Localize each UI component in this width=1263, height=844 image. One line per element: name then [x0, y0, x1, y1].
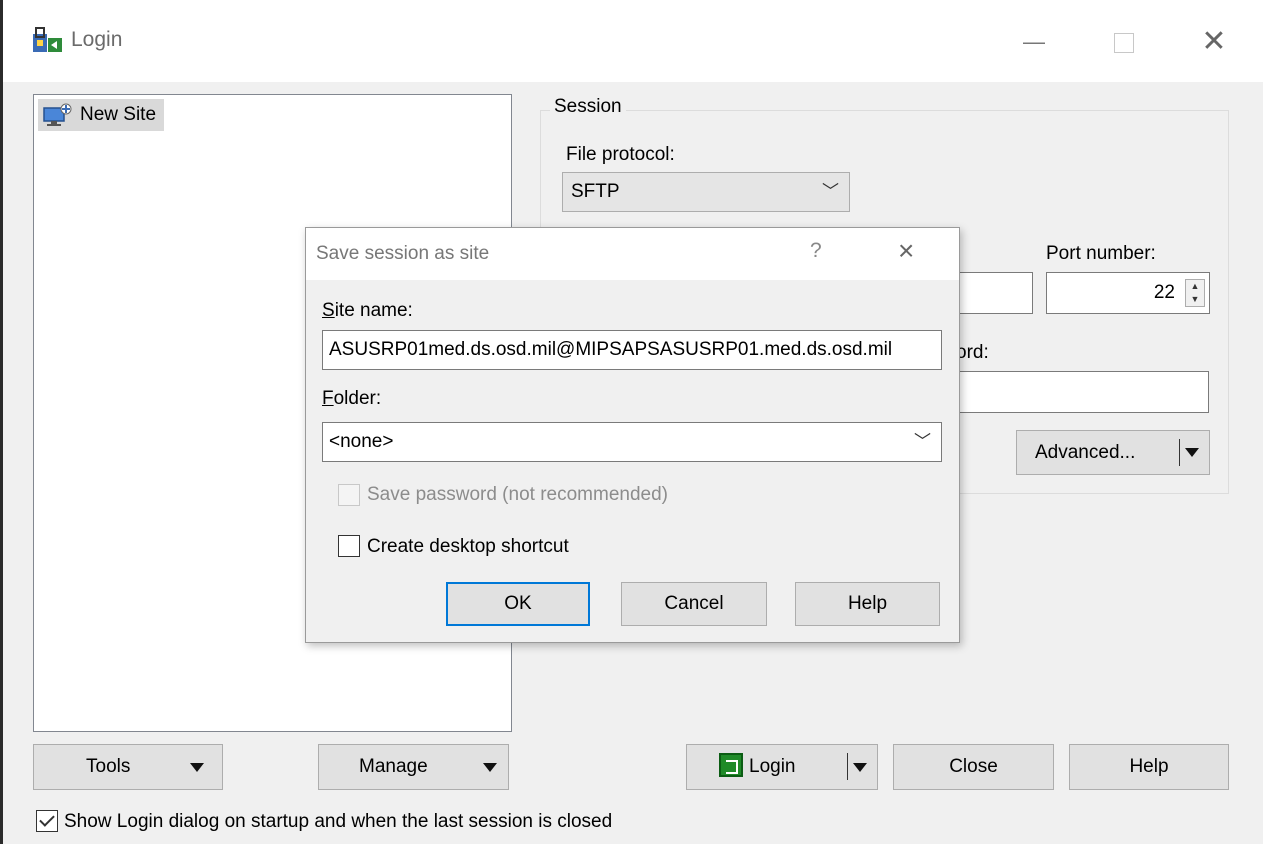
dropdown-arrow-icon[interactable] — [1185, 448, 1199, 457]
close-window-button[interactable]: ✕ — [1189, 22, 1239, 62]
help-button[interactable]: Help — [1069, 744, 1229, 790]
port-number-value: 22 — [1153, 282, 1175, 303]
folder-select[interactable]: <none> ﹀ — [322, 422, 942, 462]
close-label: Close — [949, 756, 998, 777]
login-label: Login — [749, 756, 796, 777]
save-password-label: Save password (not recommended) — [367, 484, 668, 505]
site-tree-item-label: New Site — [80, 104, 157, 125]
new-site-computer-icon — [43, 103, 72, 126]
maximize-button[interactable] — [1098, 22, 1148, 62]
help-icon[interactable]: ? — [810, 239, 822, 263]
folder-label: Folder: — [322, 388, 382, 409]
chevron-down-icon: ﹀ — [914, 432, 931, 451]
window-title: Login — [71, 28, 123, 51]
dialog-title-bar: Save session as site ? × — [306, 228, 959, 280]
minimize-icon: — — [1023, 29, 1045, 54]
site-name-label: Site name: — [322, 300, 413, 321]
folder-value: <none> — [329, 431, 394, 452]
show-login-checkbox[interactable] — [36, 810, 58, 832]
dialog-help-button[interactable]: Help — [795, 582, 940, 626]
app-icon — [33, 27, 62, 52]
ok-button[interactable]: OK — [446, 582, 590, 626]
file-protocol-select[interactable]: SFTP ﹀ — [562, 172, 850, 212]
password-input[interactable] — [950, 371, 1209, 413]
save-session-dialog: Save session as site ? × Site name: Fold… — [305, 227, 960, 643]
advanced-label: Advanced... — [1035, 442, 1136, 463]
desktop-shortcut-label: Create desktop shortcut — [367, 536, 569, 557]
login-button[interactable]: Login — [686, 744, 878, 790]
password-label: ord: — [956, 342, 989, 363]
dialog-close-icon[interactable]: × — [898, 235, 914, 267]
port-number-input[interactable]: 22 ▲ ▼ — [1046, 272, 1210, 314]
site-tree-item-new-site[interactable]: New Site — [38, 99, 165, 131]
chevron-down-icon: ﹀ — [822, 182, 839, 201]
split-separator — [847, 753, 848, 780]
dropdown-arrow-icon[interactable] — [853, 763, 867, 772]
tools-button[interactable]: Tools — [33, 744, 223, 790]
file-protocol-label: File protocol: — [566, 144, 675, 165]
tools-label: Tools — [86, 756, 131, 777]
show-login-label: Show Login dialog on startup and when th… — [64, 811, 613, 832]
window-left-edge — [0, 0, 3, 844]
manage-label: Manage — [359, 756, 428, 777]
minimize-button[interactable]: — — [1009, 22, 1059, 62]
cancel-button[interactable]: Cancel — [621, 582, 767, 626]
site-name-input[interactable] — [322, 330, 942, 370]
title-bar: Login — ✕ — [3, 0, 1263, 82]
port-spinner[interactable]: ▲ ▼ — [1185, 279, 1205, 307]
desktop-shortcut-checkbox[interactable] — [338, 535, 360, 557]
login-icon — [719, 752, 743, 777]
help-label: Help — [1129, 756, 1169, 777]
close-button[interactable]: Close — [893, 744, 1054, 790]
file-protocol-value: SFTP — [571, 181, 620, 202]
advanced-button[interactable]: Advanced... — [1016, 430, 1210, 475]
save-password-checkbox[interactable] — [338, 484, 360, 506]
host-name-input[interactable] — [950, 272, 1033, 314]
manage-button[interactable]: Manage — [318, 744, 509, 790]
dialog-title: Save session as site — [316, 243, 490, 264]
split-separator — [1179, 439, 1180, 466]
session-group-label: Session — [550, 96, 626, 118]
close-icon: ✕ — [1201, 25, 1227, 58]
dropdown-arrow-icon — [190, 763, 204, 772]
port-number-label: Port number: — [1046, 243, 1156, 264]
dropdown-arrow-icon — [483, 763, 497, 772]
